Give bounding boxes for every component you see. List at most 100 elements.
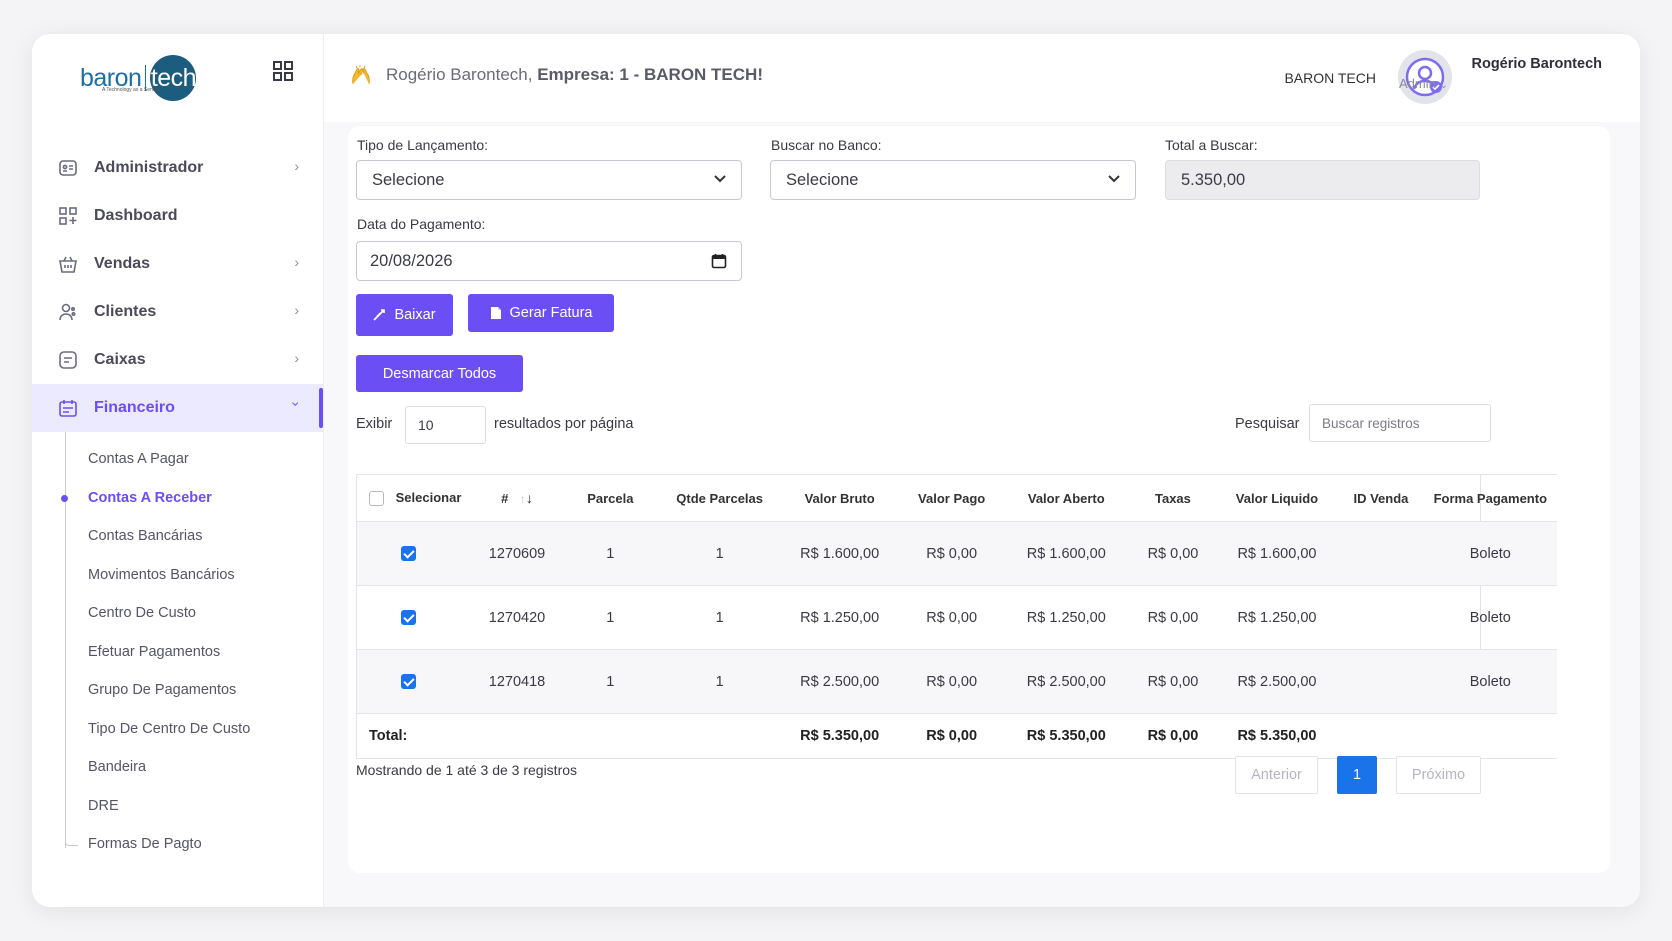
logo-area: baron tech A Technology as a Service [32, 34, 323, 122]
col-parcela[interactable]: Parcela [559, 474, 661, 522]
sort-icon[interactable]: ↑↓ [520, 490, 533, 506]
footer-empty [474, 713, 560, 759]
chevron-right-icon: › [294, 158, 299, 174]
row-select-cell [357, 649, 475, 714]
cell-qtde: 1 [660, 585, 779, 650]
cell-id-venda [1338, 521, 1424, 586]
sidebar-item-clientes[interactable]: Clientes › [32, 288, 323, 336]
col-taxas[interactable]: Taxas [1130, 474, 1216, 522]
sidebar-item-label: Financeiro [94, 399, 175, 416]
cell-forma-pagamento: Boleto [1423, 649, 1557, 714]
sidebar-menu: Administrador › Dashboard Vendas › Clien… [32, 122, 323, 432]
row-checkbox[interactable] [401, 546, 416, 562]
search-input[interactable]: Buscar registros [1309, 404, 1491, 442]
data-pagamento-label: Data do Pagamento: [357, 216, 486, 232]
submenu-item-contas-a-receber[interactable]: Contas A Receber [61, 479, 323, 518]
sidebar-item-dashboard[interactable]: Dashboard [32, 192, 323, 240]
desmarcar-todos-button[interactable]: Desmarcar Todos [356, 355, 523, 392]
table-row[interactable]: 1270609 1 1 R$ 1.600,00 R$ 0,00 R$ 1.600… [357, 521, 1557, 586]
submenu-item-dre[interactable]: DRE [88, 787, 323, 826]
baixar-button[interactable]: Baixar [356, 294, 453, 336]
table-info: Mostrando de 1 até 3 de 3 registros [356, 762, 578, 778]
raised-hands-icon [352, 65, 370, 85]
financeiro-submenu: Contas A Pagar Contas A Receber Contas B… [32, 432, 323, 864]
chevron-down-icon: ⌄ [1439, 80, 1448, 91]
sidebar-item-vendas[interactable]: Vendas › [32, 240, 323, 288]
cell-id-venda [1338, 649, 1424, 714]
exibir-label: Exibir [356, 416, 393, 432]
sidebar-item-caixas[interactable]: Caixas › [32, 336, 323, 384]
submenu-item-contas-a-pagar[interactable]: Contas A Pagar [88, 440, 323, 479]
pagination-page-1[interactable]: 1 [1337, 756, 1377, 794]
col-id-venda[interactable]: ID Venda [1338, 474, 1424, 522]
col-valor-liquido[interactable]: Valor Liquido [1215, 474, 1339, 522]
desmarcar-todos-label: Desmarcar Todos [382, 365, 497, 382]
row-checkbox[interactable] [401, 674, 416, 690]
buscar-banco-label: Buscar no Banco: [771, 137, 882, 153]
col-forma-pagamento[interactable]: Forma Pagamento [1423, 474, 1557, 522]
logo-tagline: A Technology as a Service [102, 87, 161, 93]
cell-forma-pagamento: Boleto [1423, 585, 1557, 650]
data-pagamento-input[interactable]: 20/08/2026 [356, 241, 742, 281]
cell-parcela: 1 [559, 585, 661, 650]
page-length-input[interactable]: 10 [405, 406, 486, 444]
cell-valor-liquido: R$ 1.250,00 [1215, 585, 1339, 650]
pagination-next-button[interactable]: Próximo [1396, 756, 1481, 794]
submenu-item-grupo-de-pagamentos[interactable]: Grupo De Pagamentos [88, 671, 323, 710]
table-row[interactable]: 1270420 1 1 R$ 1.250,00 R$ 0,00 R$ 1.250… [357, 585, 1557, 650]
col-qtde-parcelas[interactable]: Qtde Parcelas [660, 474, 779, 522]
sidebar-item-label: Administrador [94, 159, 204, 176]
footer-empty [1338, 713, 1424, 759]
brand-logo[interactable]: baron tech [80, 55, 197, 101]
dashboard-grid-icon [58, 206, 78, 226]
user-name[interactable]: Rogério Barontech [1471, 56, 1602, 72]
baixar-label: Baixar [394, 307, 436, 323]
user-role-label: Admin [1399, 76, 1436, 91]
col-valor-pago[interactable]: Valor Pago [900, 474, 1003, 522]
user-role[interactable]: Admin ⌄ [1399, 76, 1448, 91]
submenu-item-centro-de-custo[interactable]: Centro De Custo [88, 594, 323, 633]
submenu-item-formas-de-pagto[interactable]: Formas De Pagto [65, 825, 323, 864]
id-card-icon [58, 158, 78, 178]
sidebar-item-label: Dashboard [94, 207, 178, 224]
calendar-icon[interactable] [711, 253, 727, 269]
submenu-item-efetuar-pagamentos[interactable]: Efetuar Pagamentos [88, 633, 323, 672]
sidebar-item-administrador[interactable]: Administrador › [32, 144, 323, 192]
apps-grid-icon[interactable] [272, 60, 294, 82]
receivables-table: Selecionar # ↑↓ Parcela Qtde Parcelas Va… [356, 474, 1557, 759]
col-selecionar[interactable]: Selecionar [357, 474, 475, 522]
company-name: BARON TECH [1284, 70, 1376, 86]
table-row[interactable]: 1270418 1 1 R$ 2.500,00 R$ 0,00 R$ 2.500… [357, 649, 1557, 714]
cell-valor-pago: R$ 0,00 [900, 521, 1003, 586]
tipo-lancamento-select[interactable]: Selecione [356, 160, 742, 200]
chevron-down-icon [714, 175, 726, 183]
gerar-fatura-label: Gerar Fatura [509, 305, 593, 321]
row-checkbox[interactable] [401, 610, 416, 626]
data-pagamento-value: 20/08/2026 [370, 251, 453, 270]
basket-icon [58, 254, 78, 274]
col-valor-bruto[interactable]: Valor Bruto [778, 474, 901, 522]
cell-id: 1270609 [474, 521, 560, 586]
footer-valor-bruto: R$ 5.350,00 [778, 713, 901, 759]
chevron-down-icon [1108, 175, 1120, 183]
cell-id-venda [1338, 585, 1424, 650]
cell-valor-bruto: R$ 1.250,00 [778, 585, 901, 650]
footer-empty [660, 713, 779, 759]
download-icon [373, 309, 386, 321]
cell-id: 1270418 [474, 649, 560, 714]
cell-valor-bruto: R$ 2.500,00 [778, 649, 901, 714]
cell-qtde: 1 [660, 521, 779, 586]
gerar-fatura-button[interactable]: Gerar Fatura [468, 294, 614, 332]
document-icon [490, 306, 502, 320]
total-buscar-label: Total a Buscar: [1165, 137, 1258, 153]
submenu-item-bandeira[interactable]: Bandeira [88, 748, 323, 787]
buscar-banco-select[interactable]: Selecione [770, 160, 1136, 200]
col-id[interactable]: # ↑↓ [474, 474, 560, 522]
submenu-item-movimentos-bancarios[interactable]: Movimentos Bancários [88, 556, 323, 595]
select-all-checkbox[interactable] [369, 491, 384, 507]
submenu-item-contas-bancarias[interactable]: Contas Bancárias [88, 517, 323, 556]
submenu-item-tipo-de-centro-de-custo[interactable]: Tipo De Centro De Custo [88, 710, 323, 749]
pagination-previous-button[interactable]: Anterior [1235, 756, 1318, 794]
sidebar-item-financeiro[interactable]: Financeiro › [32, 384, 323, 432]
col-valor-aberto[interactable]: Valor Aberto [1002, 474, 1131, 522]
